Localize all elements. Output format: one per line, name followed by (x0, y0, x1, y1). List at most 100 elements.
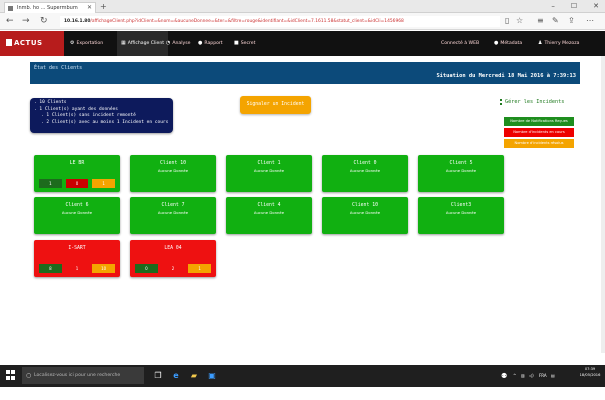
report-icon: ● (198, 40, 203, 46)
url-host: 10.16.1.80 (64, 19, 91, 24)
client-counts: 8 1 10 (39, 264, 116, 273)
task-view-icon[interactable]: ❐ (152, 368, 164, 383)
notification-count: 0 (135, 264, 158, 273)
summary-line: . 2 Client(s) avec au moins 1 Incident e… (41, 119, 169, 125)
open-incident-count: 1 (65, 264, 89, 273)
reader-view-icon[interactable]: ▯ (505, 15, 509, 27)
address-bar[interactable]: 10.16.1.80/affichageClient.php?idClient=… (60, 16, 500, 27)
client-card[interactable]: Client 5 Aucune Donnée (418, 155, 504, 192)
nav-item-secret[interactable]: ■ Secret (230, 31, 259, 56)
client-card[interactable]: LE BR 1 0 1 (34, 155, 120, 192)
metadata-icon: ● (494, 40, 499, 46)
client-name: Client 6 (65, 203, 89, 208)
windows-taskbar: ○ Localisez-vous ici pour une recherche … (0, 365, 605, 387)
favorite-star-icon[interactable]: ☆ (516, 15, 523, 27)
client-status: Aucune Donnée (445, 168, 477, 173)
clock-date: 18/05/2016 (579, 372, 601, 377)
client-card-alert[interactable]: I-SART 8 1 10 (34, 240, 120, 277)
client-name: Client 5 (449, 161, 473, 166)
legend-incidents-resolved: Nombre d'incidents résolus (504, 139, 574, 148)
client-status: Aucune Donnée (157, 168, 189, 173)
tab-close-icon[interactable]: ✕ (87, 3, 92, 13)
open-incident-count: 2 (161, 264, 185, 273)
notification-count: 8 (39, 264, 62, 273)
network-icon[interactable]: ▥ (521, 368, 525, 384)
taskbar-clock[interactable]: 07:39 18/05/2016 (579, 367, 601, 378)
page-title: État des Clients (34, 65, 83, 71)
pie-chart-icon: ◔ (166, 40, 171, 46)
refresh-button[interactable]: ↻ (40, 15, 48, 27)
tab-favicon-icon (8, 6, 13, 11)
client-status: Aucune Donnée (157, 210, 189, 215)
hub-icon[interactable]: ≡ (537, 15, 544, 27)
more-icon[interactable]: ⋯ (586, 15, 594, 27)
page-scrollbar[interactable] (601, 56, 605, 353)
client-card[interactable]: Client 10 Aucune Donnée (130, 155, 216, 192)
back-button[interactable]: ← (6, 15, 14, 27)
action-center-icon[interactable]: ▤ (551, 368, 555, 384)
taskbar-search[interactable]: ○ Localisez-vous ici pour une recherche (22, 367, 144, 384)
people-icon[interactable]: ⚉ (501, 368, 507, 384)
tray-up-icon[interactable]: ^ (513, 368, 516, 384)
edge-browser-icon[interactable]: e (170, 368, 182, 383)
summary-box: . 10 Clients . 1 Client(s) ayant des don… (30, 98, 173, 133)
resolved-incident-count: 1 (92, 179, 116, 188)
summary-line: . 1 Client(s) sans incident remonté (41, 113, 136, 119)
new-tab-button[interactable]: + (100, 2, 107, 12)
resolved-incident-count: 10 (92, 264, 116, 273)
forward-button[interactable]: → (22, 15, 30, 27)
logo-mark-icon (6, 39, 12, 46)
nav-item-rapport[interactable]: ● Rapport (194, 31, 227, 56)
language-indicator[interactable]: FRA (539, 368, 547, 384)
client-card[interactable]: Client 10 Aucune Donnée (322, 197, 408, 234)
gear-icon: ⚙ (70, 40, 75, 46)
connection-label: Connecté à WEB (441, 41, 480, 46)
logo-text: ACTUS (14, 39, 43, 47)
client-card[interactable]: Client 7 Aucune Donnée (130, 197, 216, 234)
situation-datetime: Situation du Mercredi 18 Mai 2016 à 7:39… (436, 73, 576, 79)
table-icon: ▦ (121, 40, 126, 46)
manage-incidents-link[interactable]: Gérer les Incidents (500, 99, 564, 105)
nav-item-metadata[interactable]: ● Métadata (490, 31, 526, 56)
store-icon[interactable]: ▣ (206, 368, 218, 383)
minimize-button[interactable]: – (551, 1, 555, 11)
nav-item-affichage-client[interactable]: ▦ Affichage Client (117, 31, 169, 56)
client-status: Aucune Donnée (349, 168, 381, 173)
client-status: Aucune Donnée (253, 210, 285, 215)
app-logo[interactable]: ACTUS (0, 31, 64, 56)
open-incident-count: 0 (65, 179, 89, 188)
client-card[interactable]: Client 1 Aucune Donnée (226, 155, 312, 192)
start-windows-icon[interactable] (6, 370, 16, 380)
page-content: État des Clients Situation du Mercredi 1… (0, 56, 605, 353)
client-counts: 1 0 1 (39, 179, 116, 188)
resolved-incident-count: 1 (188, 264, 212, 273)
notification-count: 1 (39, 179, 62, 188)
nav-label: Exportation (76, 41, 104, 46)
client-card[interactable]: Client 4 Aucune Donnée (226, 197, 312, 234)
client-name: Client 1 (257, 161, 281, 166)
maximize-button[interactable]: ☐ (571, 1, 577, 11)
close-window-button[interactable]: ✕ (593, 1, 599, 11)
client-status: Aucune Donnée (349, 210, 381, 215)
nav-item-user[interactable]: ♟ Thierry Mezoza (534, 31, 583, 56)
client-card[interactable]: Client3 Aucune Donnée (418, 197, 504, 234)
client-card-alert[interactable]: LEA 04 0 2 1 (130, 240, 216, 277)
search-placeholder: Localisez-vous ici pour une recherche (34, 373, 121, 378)
taskbar-area: ○ Localisez-vous ici pour une recherche … (0, 353, 605, 400)
client-card[interactable]: Client 0 Aucune Donnée (322, 155, 408, 192)
nav-item-analyse[interactable]: ◔ Analyse (162, 31, 194, 56)
legend-notifications: Nombre de Notifications Reçues (504, 117, 574, 126)
report-incident-button[interactable]: Signaler un Incident (240, 96, 311, 114)
app-navbar: ACTUS ⚙ Exportation ▦ Affichage Client ◔ An… (0, 31, 605, 56)
file-explorer-icon[interactable]: ▰ (188, 368, 200, 383)
share-icon[interactable]: ⇪ (568, 15, 575, 27)
nav-item-exportation[interactable]: ⚙ Exportation (66, 31, 107, 56)
nav-label: Métadata (500, 41, 523, 46)
volume-icon[interactable]: ◁) (529, 368, 534, 384)
web-notes-icon[interactable]: ✎ (552, 15, 559, 27)
user-name: Thierry Mezoza (544, 41, 580, 46)
lock-icon: ■ (234, 40, 239, 46)
microphone-icon: ○ (26, 372, 32, 379)
browser-tab[interactable]: Inmb. ho ... Supermbum ✕ (4, 2, 96, 13)
client-card[interactable]: Client 6 Aucune Donnée (34, 197, 120, 234)
